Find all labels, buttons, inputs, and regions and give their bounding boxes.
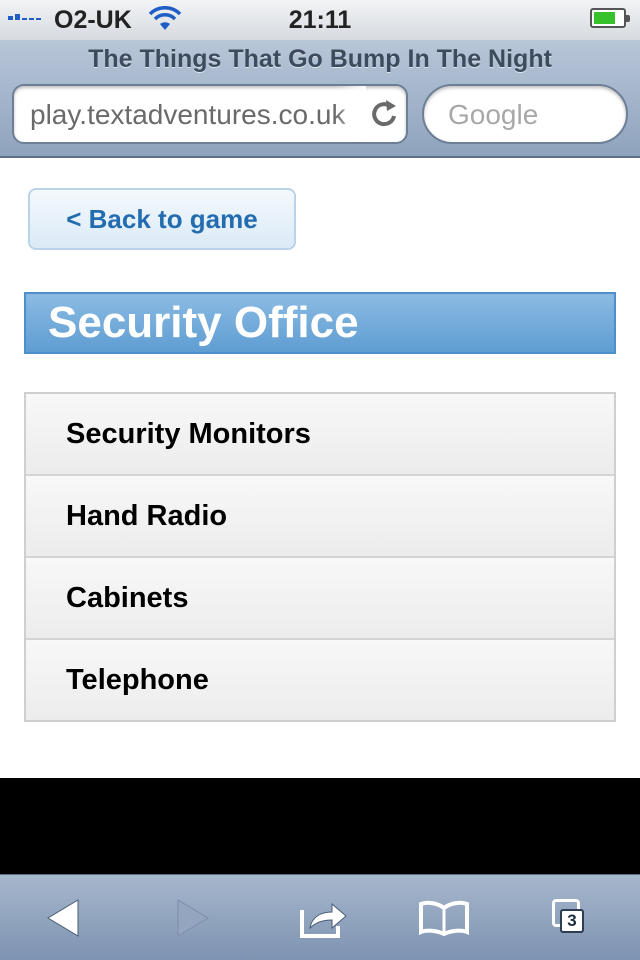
bookmarks-icon[interactable] <box>414 893 474 943</box>
list-item-security-monitors[interactable]: Security Monitors <box>26 394 614 474</box>
battery-fill <box>594 12 615 24</box>
section-title: Security Office <box>24 292 616 354</box>
page-content: < Back to game Security Office Security … <box>0 160 640 778</box>
browser-toolbar: 3 <box>0 874 640 960</box>
back-arrow-icon[interactable] <box>34 893 94 943</box>
battery-icon <box>590 8 630 28</box>
browser-page-title: The Things That Go Bump In The Night <box>88 45 552 73</box>
item-list: Security Monitors Hand Radio Cabinets Te… <box>24 392 616 722</box>
tab-count: 3 <box>560 909 584 933</box>
tabs-icon[interactable]: 3 <box>544 893 604 943</box>
status-bar: O2-UK 21:11 <box>0 0 640 40</box>
blank-area <box>0 778 640 874</box>
browser-chrome: The Things That Go Bump In The Night pla… <box>0 40 640 158</box>
list-item-hand-radio[interactable]: Hand Radio <box>26 474 614 556</box>
search-input[interactable] <box>446 98 610 132</box>
list-item-cabinets[interactable]: Cabinets <box>26 556 614 638</box>
forward-arrow-icon[interactable] <box>162 893 222 943</box>
reload-icon[interactable] <box>368 96 402 132</box>
list-item-telephone[interactable]: Telephone <box>26 638 614 720</box>
search-field[interactable] <box>422 84 628 144</box>
share-icon[interactable] <box>294 893 354 943</box>
status-clock: 21:11 <box>288 6 352 34</box>
back-to-game-button[interactable]: < Back to game <box>28 188 296 250</box>
url-text: play.textadventures.co.uk <box>30 99 346 130</box>
url-field[interactable]: play.textadventures.co.uk <box>12 84 408 144</box>
